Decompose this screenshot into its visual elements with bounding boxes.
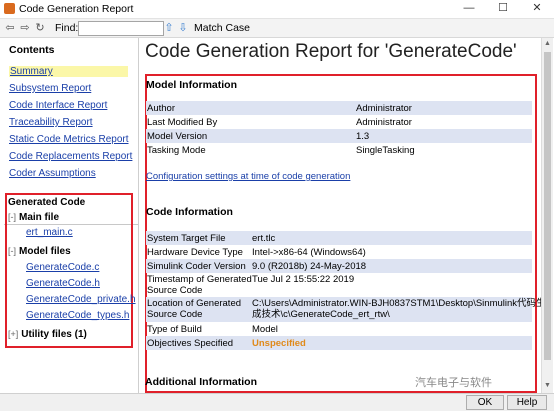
nav-summary[interactable]: Summary xyxy=(9,66,128,77)
forward-arrow-icon[interactable]: ⇨ xyxy=(19,21,31,34)
match-case-toggle[interactable]: Match Case xyxy=(194,22,250,34)
row-value: C:\Users\Administrator.WIN-BJH0837STM1\D… xyxy=(252,298,541,309)
scroll-down-icon[interactable]: ▼ xyxy=(543,382,552,389)
find-label: Find: xyxy=(55,22,79,34)
row-value: Tue Jul 2 15:55:22 2019 xyxy=(252,274,355,285)
row-label: Source Code xyxy=(147,285,203,296)
table-row: Last Modified By Administrator xyxy=(146,115,532,129)
collapse-toggle[interactable]: [-] xyxy=(8,212,16,222)
table-row: Model Version 1.3 xyxy=(146,129,532,143)
row-value: 9.0 (R2018b) 24-May-2018 xyxy=(252,261,367,272)
scroll-up-icon[interactable]: ▲ xyxy=(543,40,552,47)
file-link-ert-main-c[interactable]: ert_main.c xyxy=(26,227,73,238)
title-bar: Code Generation Report — ☐ ✕ xyxy=(0,0,554,19)
row-value: Administrator xyxy=(356,103,412,114)
file-link-generatecode-private-h[interactable]: GenerateCode_private.h xyxy=(26,294,136,305)
utility-files-label: Utility files (1) xyxy=(21,329,87,340)
row-label: Simulink Coder Version xyxy=(147,261,246,272)
table-row: Timestamp of Generated Source Code Tue J… xyxy=(146,273,532,297)
refresh-icon[interactable]: ↻ xyxy=(34,21,46,34)
table-row: Simulink Coder Version 9.0 (R2018b) 24-Ma… xyxy=(146,259,532,273)
table-row: Author Administrator xyxy=(146,101,532,115)
row-value: Intel->x86-64 (Windows64) xyxy=(252,247,366,258)
help-button[interactable]: Help xyxy=(507,395,547,410)
model-information-heading: Model Information xyxy=(146,79,237,91)
nav-static-code-metrics-report[interactable]: Static Code Metrics Report xyxy=(9,134,129,145)
vertical-scrollbar[interactable]: ▲ ▼ xyxy=(541,38,553,393)
find-input[interactable] xyxy=(78,21,164,36)
table-row: Hardware Device Type Intel->x86-64 (Windo… xyxy=(146,245,532,259)
nav-subsystem-report[interactable]: Subsystem Report xyxy=(9,83,91,94)
find-previous-icon[interactable]: ⇧ xyxy=(163,21,175,34)
button-bar: OK Help xyxy=(0,393,554,411)
row-label: Type of Build xyxy=(147,324,202,335)
ok-button[interactable]: OK xyxy=(466,395,504,410)
file-link-generatecode-c[interactable]: GenerateCode.c xyxy=(26,262,99,273)
row-value: Administrator xyxy=(356,117,412,128)
main-file-label: Main file xyxy=(19,212,60,223)
row-value: Model xyxy=(252,324,278,335)
table-row: Tasking Mode SingleTasking xyxy=(146,143,532,157)
row-value: ert.tlc xyxy=(252,233,276,244)
row-label: Hardware Device Type xyxy=(147,247,243,258)
file-link-generatecode-h[interactable]: GenerateCode.h xyxy=(26,278,100,289)
file-link-generatecode-types-h[interactable]: GenerateCode_types.h xyxy=(26,310,129,321)
objectives-value: Unspecified xyxy=(252,338,306,349)
row-value: SingleTasking xyxy=(356,145,415,156)
configuration-settings-link[interactable]: Configuration settings at time of code g… xyxy=(146,171,350,182)
row-label: Tasking Mode xyxy=(147,145,206,156)
row-label: Last Modified By xyxy=(147,117,218,128)
find-next-icon[interactable]: ⇩ xyxy=(177,21,189,34)
model-files-group[interactable]: [-] Model files xyxy=(8,246,71,257)
window-title: Code Generation Report xyxy=(19,3,134,15)
row-label: Location of Generated xyxy=(147,298,242,309)
table-row: System Target File ert.tlc xyxy=(146,231,532,245)
collapse-toggle[interactable]: [-] xyxy=(8,246,16,256)
minimize-button[interactable]: — xyxy=(452,0,486,18)
row-value: 1.3 xyxy=(356,131,370,142)
maximize-button[interactable]: ☐ xyxy=(486,0,520,18)
generated-code-heading: Generated Code xyxy=(8,197,86,208)
report-content: Code Generation Report for 'GenerateCode… xyxy=(139,38,541,393)
table-row: Objectives Specified Unspecified xyxy=(146,336,532,350)
watermark: 汽车电子与软件 xyxy=(415,377,492,389)
table-row: Location of Generated Source Code C:\Use… xyxy=(146,297,541,322)
main-file-group[interactable]: [-] Main file xyxy=(8,212,59,223)
additional-information-heading: Additional Information xyxy=(145,376,257,388)
expand-toggle[interactable]: [+] xyxy=(8,329,18,339)
nav-coder-assumptions[interactable]: Coder Assumptions xyxy=(9,168,96,179)
row-label: Timestamp of Generated xyxy=(147,274,252,285)
code-information-heading: Code Information xyxy=(146,206,233,218)
row-label: Author xyxy=(147,103,175,114)
close-button[interactable]: ✕ xyxy=(520,0,554,18)
back-arrow-icon[interactable]: ⇦ xyxy=(4,21,16,34)
row-label: Objectives Specified xyxy=(147,338,234,349)
row-value: 成技术\c\GenerateCode_ert_rtw\ xyxy=(252,309,390,320)
nav-code-interface-report[interactable]: Code Interface Report xyxy=(9,100,107,111)
contents-heading: Contents xyxy=(9,44,55,56)
row-label: Source Code xyxy=(147,309,203,320)
utility-files-group[interactable]: [+] Utility files (1) xyxy=(8,329,87,340)
nav-code-replacements-report[interactable]: Code Replacements Report xyxy=(9,151,132,162)
row-label: System Target File xyxy=(147,233,226,244)
toolbar: ⇦ ⇨ ↻ Find: ⇧ ⇩ Match Case xyxy=(0,19,554,38)
nav-traceability-report[interactable]: Traceability Report xyxy=(9,117,93,128)
table-row: Type of Build Model xyxy=(146,322,532,336)
model-files-label: Model files xyxy=(19,246,71,257)
scroll-thumb[interactable] xyxy=(544,52,551,360)
app-icon xyxy=(4,3,15,14)
row-label: Model Version xyxy=(147,131,208,142)
page-title: Code Generation Report for 'GenerateCode… xyxy=(145,41,517,62)
